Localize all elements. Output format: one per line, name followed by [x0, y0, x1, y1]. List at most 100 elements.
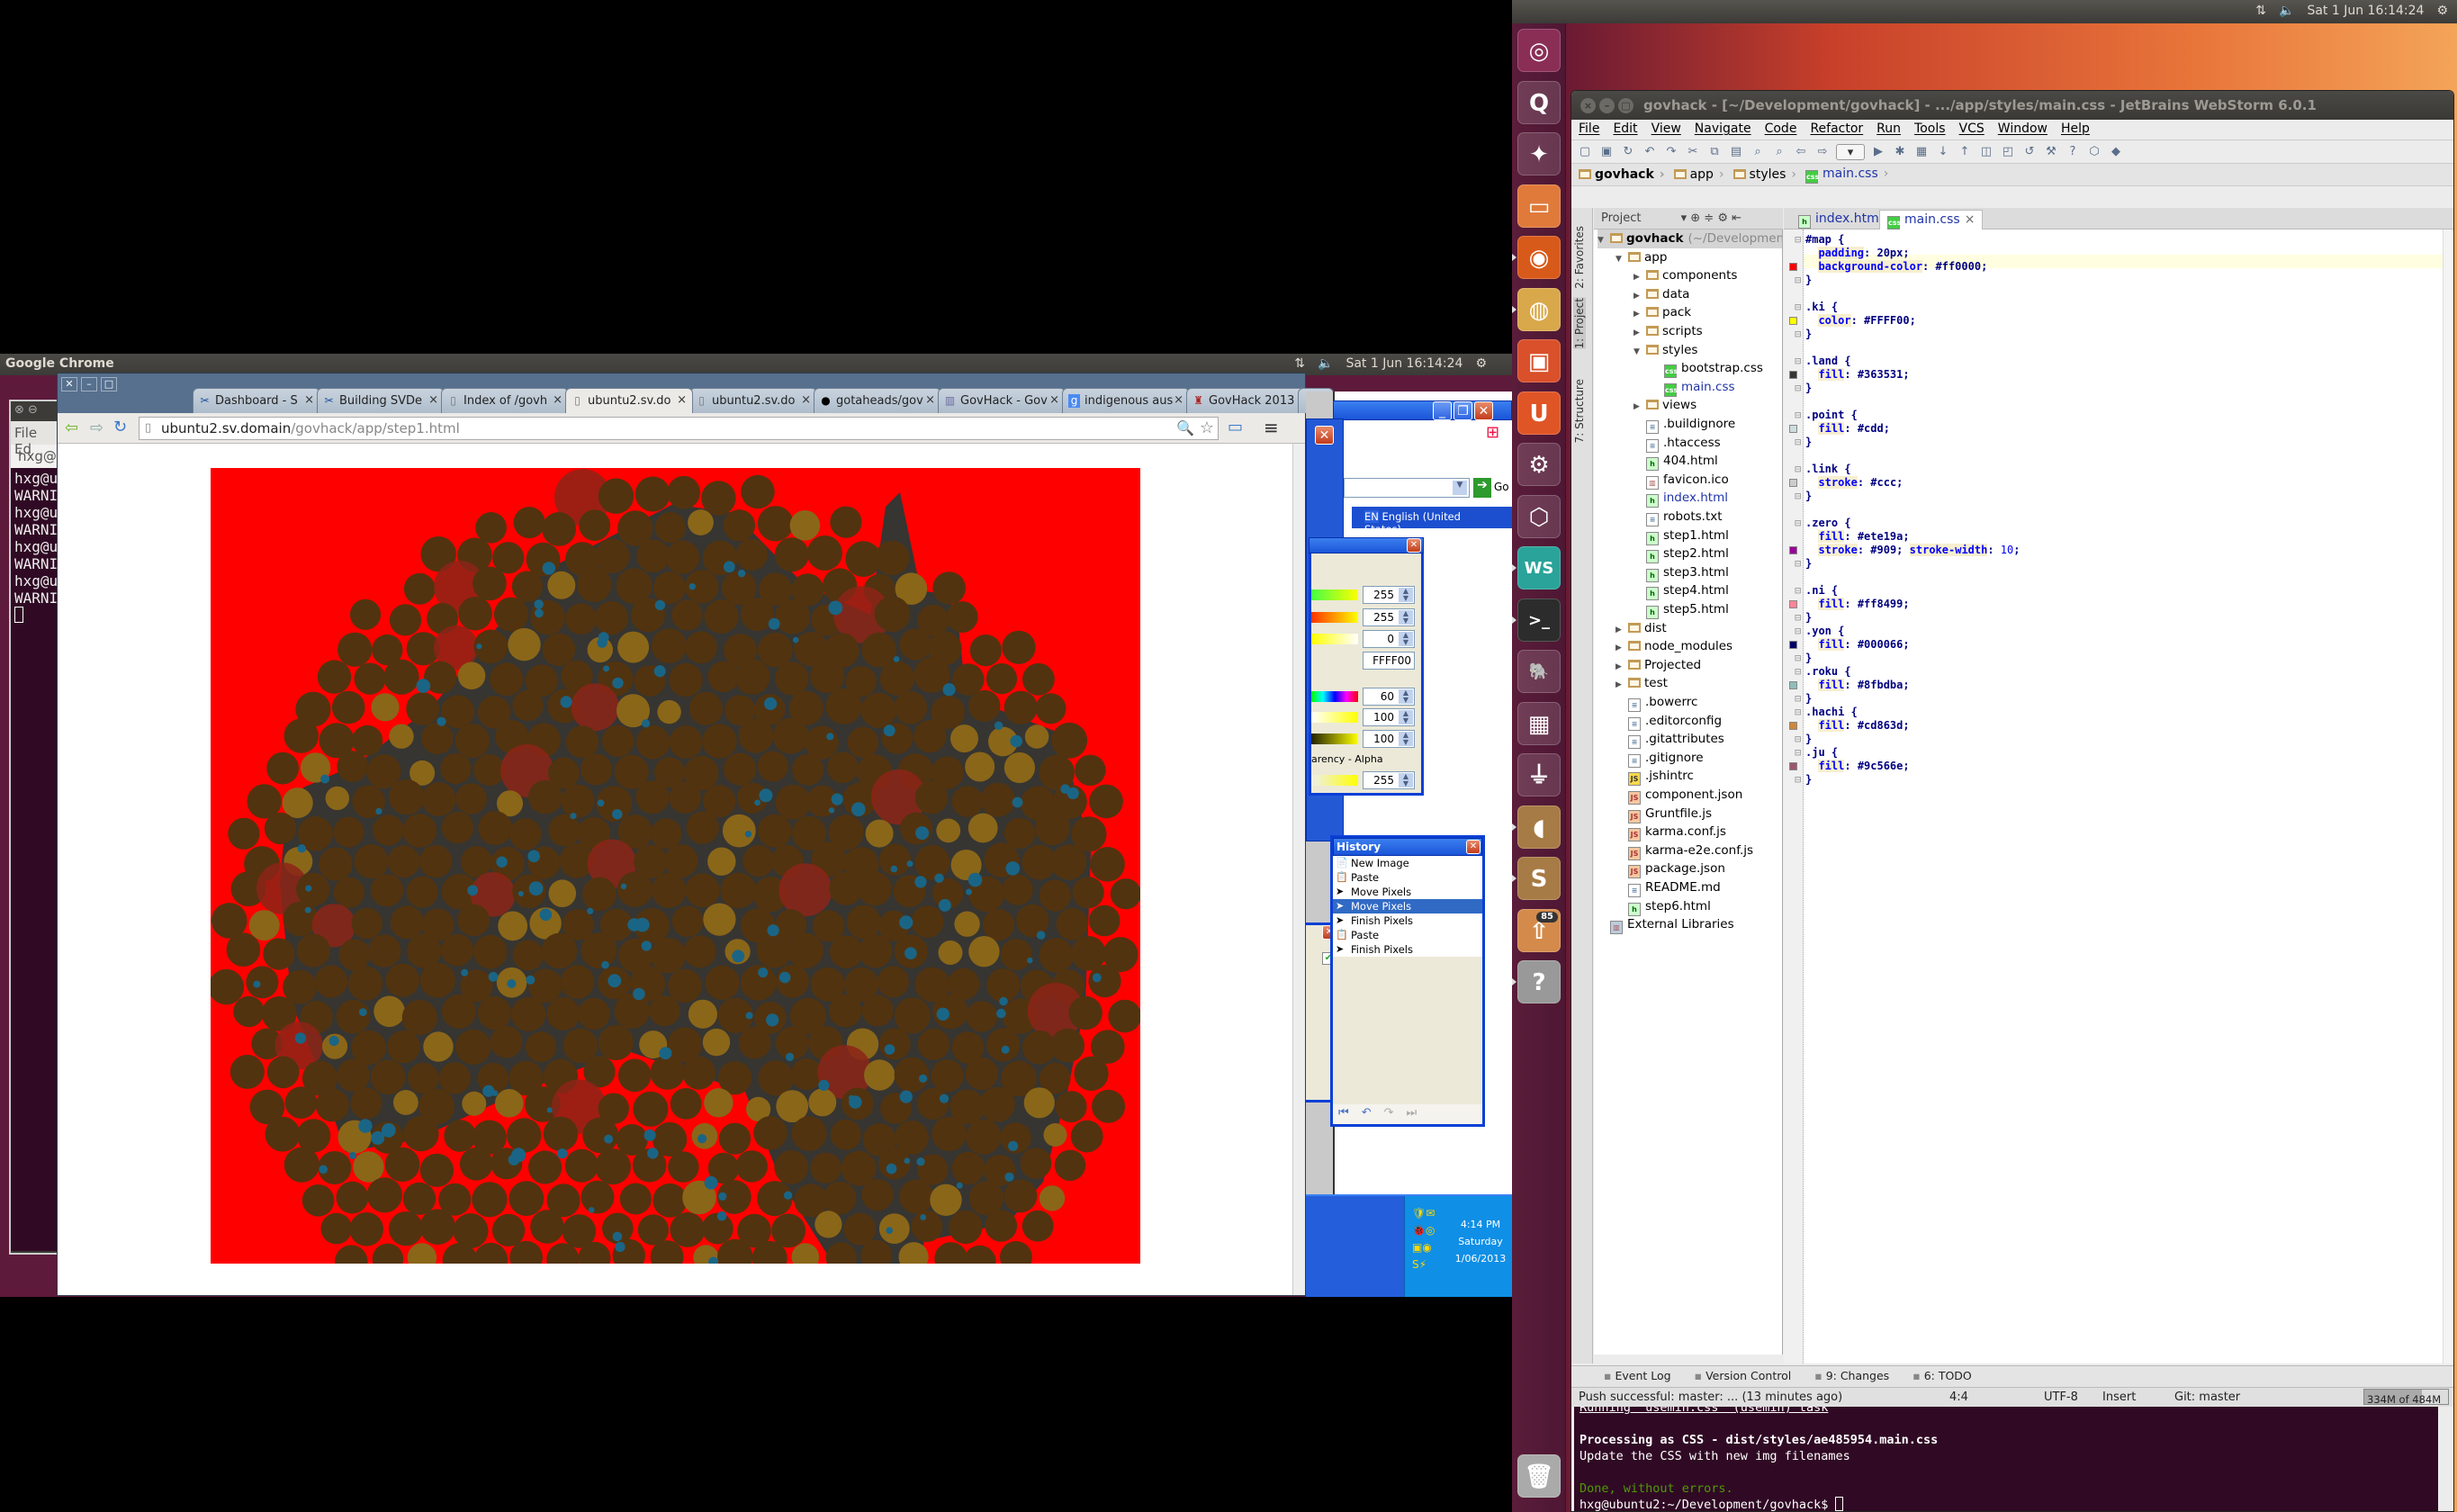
color-value-field[interactable]: FFFF00 [1363, 652, 1415, 670]
tree-item[interactable]: ▼ govhack (~/Development [1598, 230, 1782, 250]
tree-item[interactable]: ▶ test [1616, 674, 1668, 693]
history-item[interactable]: ➤ Finish Pixels [1333, 914, 1482, 928]
close-tab-icon[interactable]: × [304, 393, 314, 407]
color-value-field[interactable]: 100 ▲ ▼ [1363, 708, 1415, 726]
undo-icon[interactable]: ↶ [1642, 144, 1658, 160]
color-dialog-close-button[interactable]: ✕ [1407, 538, 1421, 553]
browser-tab[interactable]: g indigenous aus × [1062, 388, 1190, 413]
replace-icon[interactable]: ⌕ [1771, 144, 1787, 160]
history-item[interactable]: 📄 New Image [1333, 856, 1482, 870]
history-item[interactable]: ➤ Move Pixels [1333, 885, 1482, 899]
virtualbox-icon[interactable]: ⬡ [1517, 494, 1561, 538]
tree-item[interactable]: JS .jshintrc [1616, 767, 1694, 787]
tree-item[interactable]: ▶ data [1634, 285, 1689, 304]
expanded-arrow-icon[interactable]: ▼ [1598, 231, 1610, 250]
tree-item[interactable]: h step3.html [1634, 563, 1729, 582]
tree-item[interactable]: h step1.html [1634, 526, 1729, 545]
vcs-commit-icon[interactable]: ↑ [1957, 144, 1973, 160]
tree-item[interactable]: ≡ .gitignore [1616, 749, 1704, 768]
history-close-button[interactable]: ✕ [1466, 840, 1480, 854]
vcs-branch[interactable]: Git: master [2174, 1390, 2240, 1404]
go-button[interactable]: Go [1494, 481, 1509, 493]
browser-tab[interactable]: ♜GovHack 2013× [1186, 388, 1314, 413]
color-swatch-icon[interactable] [1789, 722, 1797, 730]
fold-marker-icon[interactable]: ⊟ [1795, 706, 1801, 719]
color-value-field[interactable]: 255 ▲ ▼ [1363, 586, 1415, 604]
color-value-field[interactable]: 0 ▲ ▼ [1363, 630, 1415, 648]
update-manager-icon[interactable]: ⇧ 85 [1517, 908, 1561, 952]
status-message[interactable]: Push successful: master: ... (13 minutes… [1579, 1390, 1842, 1404]
history-item[interactable]: 📋 Paste [1333, 870, 1482, 885]
clock[interactable]: Sat 1 Jun 16:14:24 [1346, 356, 1462, 371]
first-step-icon[interactable]: ⏮ [1338, 1106, 1349, 1122]
tree-item[interactable]: JS karma-e2e.conf.js [1616, 842, 1753, 860]
sublime-text-icon[interactable]: S [1517, 857, 1561, 900]
color-swatch-icon[interactable] [1789, 425, 1797, 433]
files-icon[interactable]: ▭ [1517, 184, 1561, 228]
tree-item[interactable]: ▶ views [1634, 396, 1696, 415]
tree-item[interactable]: css bootstrap.css [1652, 359, 1763, 379]
side-tab[interactable]: 7: Structure [1573, 379, 1586, 443]
close-window-button[interactable]: × [1580, 98, 1596, 113]
color-slider[interactable] [1311, 634, 1358, 644]
menu-vcs[interactable]: VCS [1959, 122, 1984, 138]
tree-item[interactable]: JS karma.conf.js [1616, 823, 1726, 842]
tray-clock[interactable]: 4:14 PM Saturday 1/06/2013 [1452, 1216, 1509, 1267]
coverage-icon[interactable]: ▦ [1913, 144, 1930, 160]
fold-marker-icon[interactable]: ⊟ [1795, 490, 1801, 503]
spinner-icon[interactable]: ▲ ▼ [1399, 588, 1413, 602]
close-tab-icon[interactable]: × [677, 393, 687, 407]
dialog-close-button[interactable]: ✕ [1315, 426, 1334, 445]
tree-item[interactable]: ▶ scripts [1634, 322, 1703, 341]
color-swatch-icon[interactable] [1789, 371, 1797, 379]
help-icon[interactable]: ? [1517, 960, 1561, 1004]
menu-code[interactable]: Code [1765, 122, 1797, 138]
spinner-icon[interactable]: ▲ ▼ [1399, 610, 1413, 625]
color-swatch-icon[interactable] [1789, 263, 1797, 271]
power-icon[interactable]: ⚙ [1475, 356, 1487, 371]
tree-item[interactable]: ▶ node_modules [1616, 637, 1732, 656]
fold-marker-icon[interactable]: ⊟ [1795, 557, 1801, 571]
browser-tab[interactable]: ✂ Dashboard - S × [193, 388, 320, 413]
fold-marker-icon[interactable]: ⊟ [1795, 463, 1801, 476]
color-slider[interactable] [1311, 712, 1358, 723]
reload-button[interactable]: ↻ [113, 418, 127, 436]
tool-window-button[interactable]: ▪ Version Control [1695, 1369, 1792, 1384]
network-icon[interactable]: ⇅ [1294, 356, 1305, 371]
fold-marker-icon[interactable]: ⊟ [1795, 233, 1801, 247]
redo-icon[interactable]: ↷ [1663, 144, 1679, 160]
tree-item[interactable]: ≡ .gitattributes [1616, 730, 1724, 750]
browser-tab[interactable]: ▯ Index of /govh × [441, 388, 569, 413]
tool-window-button[interactable]: ▪ 6: TODO [1912, 1369, 1972, 1384]
fold-marker-icon[interactable]: ⊟ [1795, 355, 1801, 368]
fold-marker-icon[interactable]: ⊟ [1795, 584, 1801, 598]
color-slider[interactable] [1311, 590, 1358, 600]
close-tab-icon[interactable]: × [553, 393, 562, 407]
usb-drive-icon[interactable]: ⏚ [1517, 753, 1561, 796]
revert-icon[interactable]: ↺ [2021, 144, 2038, 160]
terminal-output[interactable]: Update the HTML with the data tagsUpdate… [1574, 1407, 2438, 1511]
fold-marker-icon[interactable]: ⊟ [1795, 773, 1801, 787]
menu-view[interactable]: View [1652, 122, 1681, 138]
editor-tab[interactable]: css main.css × [1879, 210, 1984, 230]
fold-marker-icon[interactable]: ⊟ [1795, 436, 1801, 449]
webstorm-icon[interactable]: WS [1517, 546, 1561, 590]
undo-icon[interactable]: ↶ [1362, 1106, 1372, 1122]
go-arrow-icon[interactable]: ➔ [1473, 478, 1491, 498]
help-icon[interactable]: ? [2065, 144, 2081, 160]
software-center-icon[interactable]: ▣ [1517, 339, 1561, 382]
close-tab-icon[interactable]: × [801, 393, 811, 407]
spinner-icon[interactable]: ▲ ▼ [1399, 689, 1413, 704]
find-icon[interactable]: ⌕ [1750, 144, 1766, 160]
tree-item[interactable]: ▼ app [1616, 248, 1667, 267]
tree-item[interactable]: ▥ favicon.ico [1634, 471, 1729, 490]
qgis-icon[interactable]: Q [1517, 80, 1561, 124]
expanded-arrow-icon[interactable]: ▼ [1616, 250, 1628, 269]
tree-item[interactable]: JS Gruntfile.js [1616, 805, 1712, 824]
memory-indicator[interactable]: 334M of 484M [2363, 1389, 2449, 1405]
fold-marker-icon[interactable]: ⊟ [1795, 652, 1801, 665]
color-swatch-icon[interactable] [1789, 641, 1797, 649]
terminal-tab[interactable]: hxg@u [11, 445, 61, 468]
copy-icon[interactable]: ⧉ [1706, 144, 1723, 160]
minimize-button[interactable]: _ [1433, 401, 1452, 420]
